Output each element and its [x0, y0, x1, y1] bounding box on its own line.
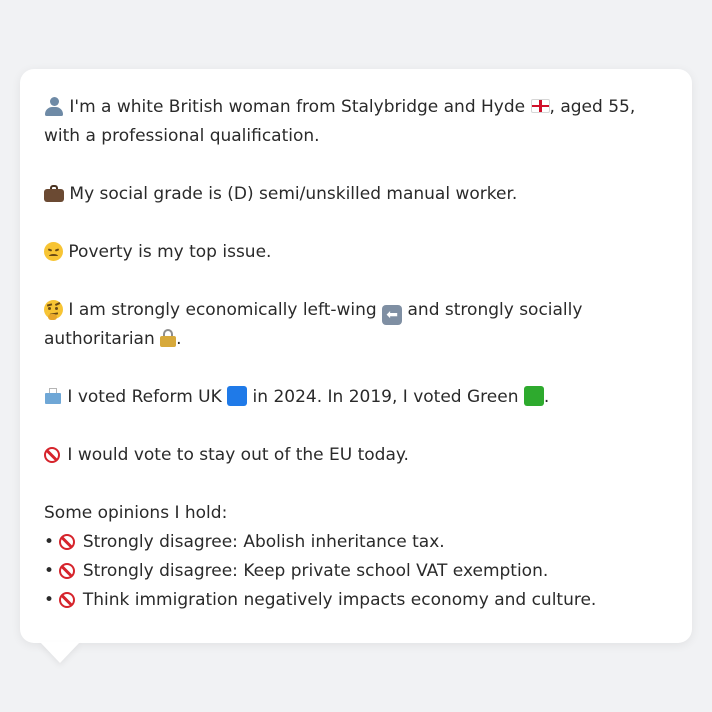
thinking-face-icon — [44, 300, 63, 320]
ideology-text-start: I am strongly economically left-wing — [68, 300, 377, 320]
blue-square-icon — [227, 386, 248, 406]
list-item: • Strongly disagree: Keep private school… — [44, 557, 668, 586]
top-issue-paragraph: Poverty is my top issue. — [44, 238, 668, 267]
vote-text-mid: in 2024. In 2019, I voted Green — [247, 387, 519, 407]
opinion-text: Think immigration negatively impacts eco… — [82, 590, 597, 610]
vote-text-start: I voted Reform UK — [67, 387, 222, 407]
disappointed-face-icon — [44, 242, 63, 261]
bubble-tail — [40, 642, 80, 663]
intro-text-start: I'm a white British woman from Stalybrid… — [69, 97, 526, 117]
prohibited-icon — [59, 534, 76, 550]
lock-icon — [160, 329, 177, 347]
list-item: • Think immigration negatively impacts e… — [44, 586, 668, 615]
eu-paragraph: I would vote to stay out of the EU today… — [44, 441, 668, 470]
opinions-section: Some opinions I hold: • Strongly disagre… — [44, 499, 668, 615]
opinion-text: Strongly disagree: Abolish inheritance t… — [82, 532, 445, 552]
vote-history-paragraph: I voted Reform UK in 2024. In 2019, I vo… — [44, 383, 668, 412]
intro-paragraph: I'm a white British woman from Stalybrid… — [44, 93, 668, 151]
green-square-icon — [523, 386, 544, 406]
bullet: • — [44, 532, 55, 552]
prohibited-icon — [59, 592, 76, 608]
social-grade-text: My social grade is (D) semi/unskilled ma… — [69, 184, 518, 204]
left-arrow-icon: ⬅ — [382, 305, 403, 325]
top-issue-text: Poverty is my top issue. — [68, 242, 272, 262]
prohibited-icon — [59, 563, 76, 579]
social-grade-paragraph: My social grade is (D) semi/unskilled ma… — [44, 180, 668, 209]
ideology-paragraph: I am strongly economically left-wing ⬅ a… — [44, 296, 668, 354]
bullet: • — [44, 590, 55, 610]
persona-message-bubble: I'm a white British woman from Stalybrid… — [20, 69, 692, 643]
england-flag-icon — [530, 99, 550, 113]
opinion-text: Strongly disagree: Keep private school V… — [82, 561, 549, 581]
ballot-box-icon — [44, 387, 62, 405]
vote-text-end: . — [543, 387, 550, 407]
list-item: • Strongly disagree: Abolish inheritance… — [44, 528, 668, 557]
eu-text: I would vote to stay out of the EU today… — [67, 445, 409, 465]
bullet: • — [44, 561, 55, 581]
briefcase-icon — [44, 184, 64, 202]
ideology-text-end: . — [176, 329, 182, 349]
prohibited-icon — [44, 447, 60, 463]
opinions-heading: Some opinions I hold: — [44, 503, 228, 523]
bust-in-silhouette-icon — [44, 96, 64, 116]
